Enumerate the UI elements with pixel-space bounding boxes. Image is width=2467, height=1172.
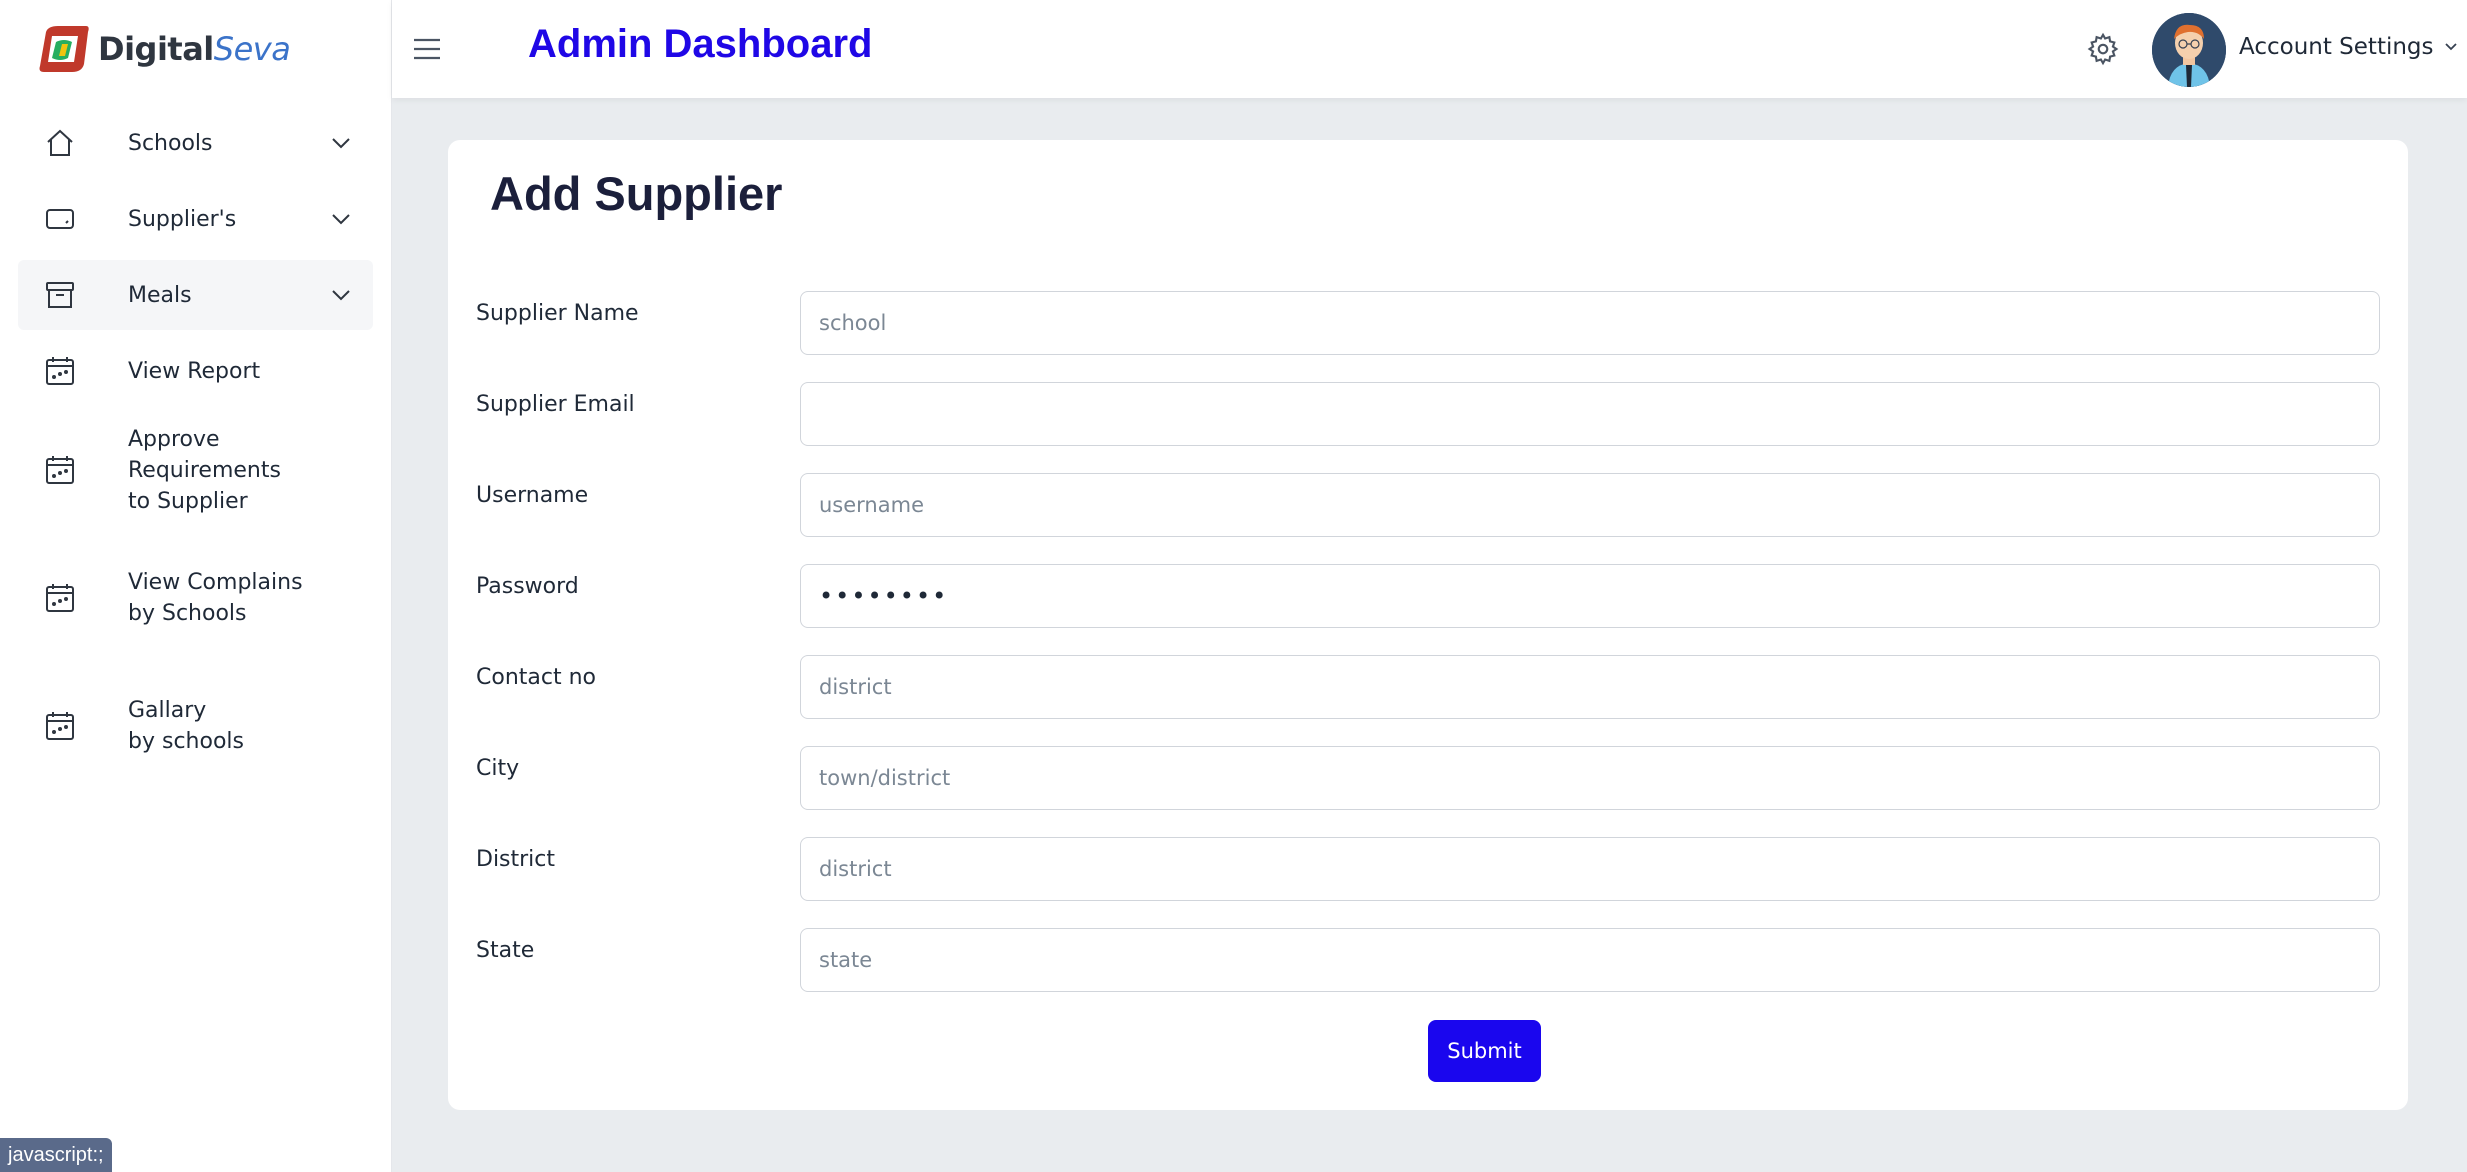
sidebar-item-view-report[interactable]: View Report (18, 336, 373, 406)
home-icon (42, 125, 78, 161)
sidebar-item-approve-requirements[interactable]: Approve Requirements to Supplier (18, 420, 373, 520)
sidebar-item-label: Meals (128, 282, 192, 308)
gear-icon[interactable] (2086, 32, 2120, 66)
chevron-down-icon (2444, 43, 2457, 51)
form-row-username: Username (448, 473, 2408, 537)
form-row-state: State (448, 928, 2408, 992)
brand-name: DigitalSeva (98, 30, 291, 68)
state-input[interactable] (800, 928, 2380, 992)
field-label: Supplier Email (476, 392, 635, 417)
calendar-icon (42, 452, 78, 488)
sidebar-item-label: Gallary by schools (128, 698, 244, 754)
sidebar-nav: Schools Supplier's Meals View Report App… (0, 98, 391, 776)
add-supplier-card: Add Supplier Supplier Name Supplier Emai… (448, 140, 2408, 1110)
hamburger-menu-icon[interactable] (410, 32, 444, 66)
status-bar-link-preview: javascript:; (0, 1138, 112, 1172)
page-title: Admin Dashboard (528, 22, 873, 66)
chevron-down-icon[interactable] (329, 131, 353, 155)
form-row-password: Password (448, 564, 2408, 628)
sidebar-item-label: View Report (128, 358, 261, 384)
form-row-contact-no: Contact no (448, 655, 2408, 719)
sidebar-item-label: Approve Requirements to Supplier (128, 426, 281, 514)
digitalseva-logo-icon (34, 24, 94, 74)
tablet-icon (42, 201, 78, 237)
calendar-icon (42, 708, 78, 744)
sidebar-item-gallary[interactable]: Gallary by schools (18, 676, 373, 776)
field-label: City (476, 756, 520, 781)
account-settings-menu[interactable]: Account Settings (2239, 34, 2458, 60)
calendar-icon (42, 353, 78, 389)
field-label: Password (476, 574, 579, 599)
sidebar: DigitalSeva Schools Supplier's Meals Vie… (0, 0, 392, 1172)
brand[interactable]: DigitalSeva (0, 0, 391, 98)
form-title: Add Supplier (490, 167, 783, 220)
field-label: State (476, 938, 535, 963)
city-input[interactable] (800, 746, 2380, 810)
top-header: Admin Dashboard Account Settings (392, 0, 2467, 98)
password-input[interactable] (800, 564, 2380, 628)
username-input[interactable] (800, 473, 2380, 537)
field-label: District (476, 847, 556, 872)
form-row-supplier-name: Supplier Name (448, 291, 2408, 355)
supplier-email-input[interactable] (800, 382, 2380, 446)
form-row-city: City (448, 746, 2408, 810)
form-row-district: District (448, 837, 2408, 901)
sidebar-item-label: Supplier's (128, 206, 237, 232)
sidebar-item-view-complains[interactable]: View Complains by Schools (18, 548, 373, 648)
avatar[interactable] (2152, 13, 2226, 87)
chevron-down-icon[interactable] (329, 283, 353, 307)
field-label: Contact no (476, 665, 596, 690)
supplier-name-input[interactable] (800, 291, 2380, 355)
form-row-supplier-email: Supplier Email (448, 382, 2408, 446)
field-label: Username (476, 483, 589, 508)
account-settings-label: Account Settings (2239, 34, 2434, 60)
calendar-icon (42, 580, 78, 616)
sidebar-item-label: View Complains by Schools (128, 570, 303, 626)
sidebar-item-label: Schools (128, 130, 213, 156)
chevron-down-icon[interactable] (329, 207, 353, 231)
district-input[interactable] (800, 837, 2380, 901)
sidebar-item-suppliers[interactable]: Supplier's (18, 188, 373, 250)
field-label: Supplier Name (476, 301, 639, 326)
sidebar-item-meals[interactable]: Meals (18, 260, 373, 330)
contact-no-input[interactable] (800, 655, 2380, 719)
archive-icon (42, 277, 78, 313)
sidebar-item-schools[interactable]: Schools (18, 112, 373, 174)
submit-button[interactable]: Submit (1428, 1020, 1541, 1082)
